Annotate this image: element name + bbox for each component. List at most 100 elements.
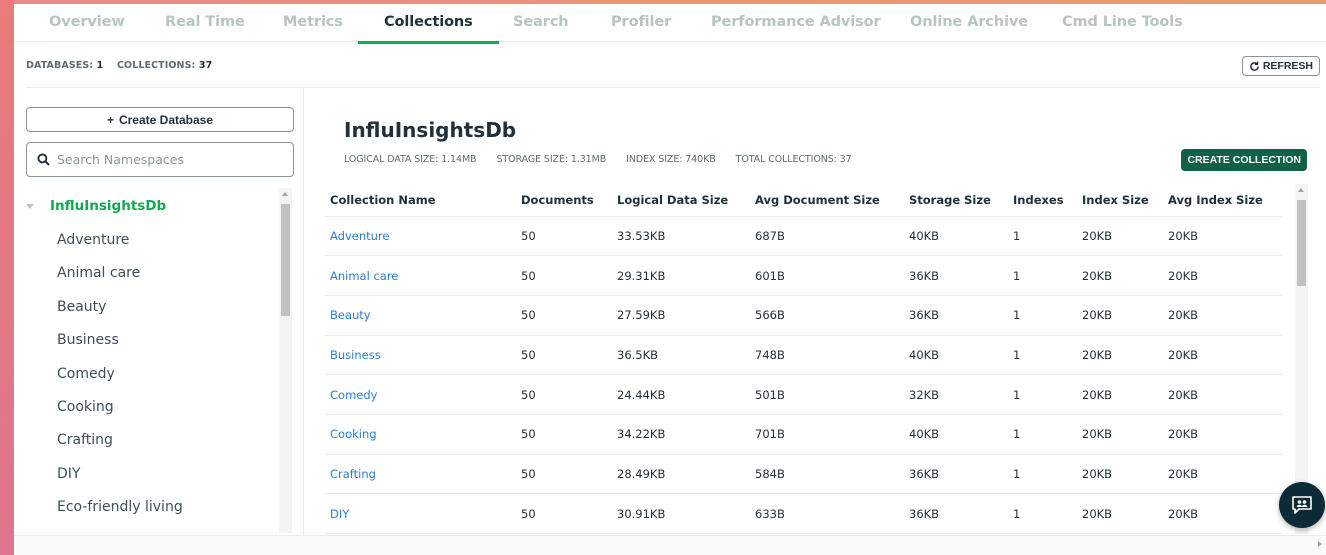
tab-overview[interactable]: Overview: [49, 14, 125, 30]
table-cell: 20KB: [1163, 374, 1282, 415]
table-cell: 1: [1008, 255, 1077, 296]
column-header[interactable]: Avg Document Size: [750, 184, 904, 217]
sidebar-collection-item[interactable]: Adventure: [57, 232, 183, 265]
collection-name-link[interactable]: Animal care: [325, 255, 516, 296]
collection-name-link[interactable]: Adventure: [325, 216, 516, 257]
table-row: Crafting 50 28.49KB 584B 36KB 1 20KB 20KB: [325, 454, 1282, 495]
plus-icon: +: [106, 112, 114, 127]
collection-list: Adventure Animal care Beauty Business Co…: [57, 232, 183, 533]
cluster-summary: DATABASES: 1 COLLECTIONS: 37: [26, 60, 212, 71]
tab-cmd-line-tools[interactable]: Cmd Line Tools: [1062, 14, 1183, 30]
database-title: InfluInsightsDb: [344, 118, 517, 142]
collection-name-link[interactable]: Crafting: [325, 454, 516, 495]
table-cell: 40KB: [904, 335, 1008, 376]
table-cell: 20KB: [1077, 295, 1163, 336]
column-header[interactable]: Storage Size: [904, 184, 1008, 217]
table-header-row: Collection Name Documents Logical Data S…: [325, 184, 1282, 217]
sidebar-scrollbar[interactable]: [279, 188, 292, 533]
table-cell: 20KB: [1163, 414, 1282, 455]
scroll-right-icon[interactable]: [1318, 541, 1322, 547]
table-cell: 748B: [750, 335, 904, 376]
table-cell: 50: [516, 414, 612, 455]
tab-bar: Overview Real Time Metrics Collections S…: [14, 4, 1326, 44]
sidebar-collection-item[interactable]: Crafting: [57, 432, 183, 465]
create-collection-button[interactable]: CREATE COLLECTION: [1181, 149, 1307, 171]
create-database-label: Create Database: [118, 112, 214, 127]
table-row: DIY 50 30.91KB 633B 36KB 1 20KB 20KB: [325, 493, 1282, 534]
sidebar-collection-item[interactable]: Business: [57, 332, 183, 365]
table-cell: 50: [516, 454, 612, 495]
table-row: Beauty 50 27.59KB 566B 36KB 1 20KB 20KB: [325, 295, 1282, 336]
table-cell: 20KB: [1077, 454, 1163, 495]
table-cell: 50: [516, 216, 612, 257]
sidebar-collection-item[interactable]: Beauty: [57, 299, 183, 332]
table-cell: 34.22KB: [612, 414, 750, 455]
table-cell: 50: [516, 374, 612, 415]
namespace-sidebar: + Create Database InfluInsightsDb Advent…: [14, 88, 304, 555]
horizontal-scrollbar[interactable]: [14, 535, 1326, 555]
table-cell: 566B: [750, 295, 904, 336]
collection-name-link[interactable]: Cooking: [325, 414, 516, 455]
sidebar-collection-item[interactable]: Animal care: [57, 265, 183, 298]
chat-support-button[interactable]: [1279, 482, 1325, 528]
table-cell: 36KB: [904, 454, 1008, 495]
column-header[interactable]: Documents: [516, 184, 612, 217]
sidebar-collection-item[interactable]: DIY: [57, 466, 183, 499]
tab-collections[interactable]: Collections: [358, 14, 499, 44]
table-cell: 40KB: [904, 414, 1008, 455]
column-header[interactable]: Indexes: [1008, 184, 1077, 217]
database-node[interactable]: InfluInsightsDb: [26, 198, 166, 214]
tab-performance-advisor[interactable]: Performance Advisor: [711, 14, 881, 30]
scroll-up-icon[interactable]: [1298, 188, 1304, 192]
collections-count: 37: [198, 60, 213, 71]
table-cell: 584B: [750, 454, 904, 495]
sidebar-collection-item[interactable]: Cooking: [57, 399, 183, 432]
table-cell: 33.53KB: [612, 216, 750, 257]
table-cell: 20KB: [1077, 414, 1163, 455]
sidebar-collection-item[interactable]: Eco-friendly living: [57, 499, 183, 532]
tab-real-time[interactable]: Real Time: [165, 14, 245, 30]
sidebar-scroll-thumb[interactable]: [281, 204, 290, 316]
app-frame: Overview Real Time Metrics Collections S…: [14, 0, 1326, 555]
table-cell: 601B: [750, 255, 904, 296]
column-header[interactable]: Index Size: [1077, 184, 1163, 217]
table-cell: 36KB: [904, 255, 1008, 296]
column-header[interactable]: Logical Data Size: [612, 184, 750, 217]
refresh-button[interactable]: REFRESH: [1241, 56, 1320, 76]
table-cell: 20KB: [1163, 216, 1282, 257]
scroll-up-icon[interactable]: [282, 192, 288, 196]
tab-profiler[interactable]: Profiler: [611, 14, 671, 30]
table-cell: 30.91KB: [612, 493, 750, 534]
column-header[interactable]: Avg Index Size: [1163, 184, 1282, 217]
tab-search[interactable]: Search: [513, 14, 569, 30]
caret-down-icon[interactable]: [26, 203, 34, 209]
table-cell: 1: [1008, 493, 1077, 534]
collection-name-link[interactable]: DIY: [325, 493, 516, 534]
column-header[interactable]: Collection Name: [325, 184, 516, 217]
table-cell: 36KB: [904, 493, 1008, 534]
collection-name-link[interactable]: Business: [325, 335, 516, 376]
table-row: Animal care 50 29.31KB 601B 36KB 1 20KB 20KB: [325, 255, 1282, 296]
database-name: InfluInsightsDb: [50, 198, 167, 214]
table-scroll-thumb[interactable]: [1297, 200, 1306, 286]
table-row: Business 50 36.5KB 748B 40KB 1 20KB 20KB: [325, 335, 1282, 376]
tab-metrics[interactable]: Metrics: [283, 14, 343, 30]
table-row: Adventure 50 33.53KB 687B 40KB 1 20KB 20KB: [325, 216, 1282, 257]
search-namespaces-box: [26, 142, 294, 177]
table-cell: 1: [1008, 454, 1077, 495]
table-cell: 36.5KB: [612, 335, 750, 376]
create-database-button[interactable]: + Create Database: [26, 107, 294, 132]
table-cell: 29.31KB: [612, 255, 750, 296]
collection-name-link[interactable]: Comedy: [325, 374, 516, 415]
table-cell: 24.44KB: [612, 374, 750, 415]
database-stats: LOGICAL DATA SIZE: 1.14MB STORAGE SIZE: …: [344, 154, 852, 165]
search-namespaces-input[interactable]: [57, 152, 277, 167]
sidebar-collection-item[interactable]: Comedy: [57, 366, 183, 399]
table-row: Comedy 50 24.44KB 501B 32KB 1 20KB 20KB: [325, 374, 1282, 415]
table-cell: 1: [1008, 295, 1077, 336]
table-cell: 501B: [750, 374, 904, 415]
collection-name-link[interactable]: Beauty: [325, 295, 516, 336]
table-row: Cooking 50 34.22KB 701B 40KB 1 20KB 20KB: [325, 414, 1282, 455]
table-cell: 36KB: [904, 295, 1008, 336]
tab-online-archive[interactable]: Online Archive: [910, 14, 1028, 30]
